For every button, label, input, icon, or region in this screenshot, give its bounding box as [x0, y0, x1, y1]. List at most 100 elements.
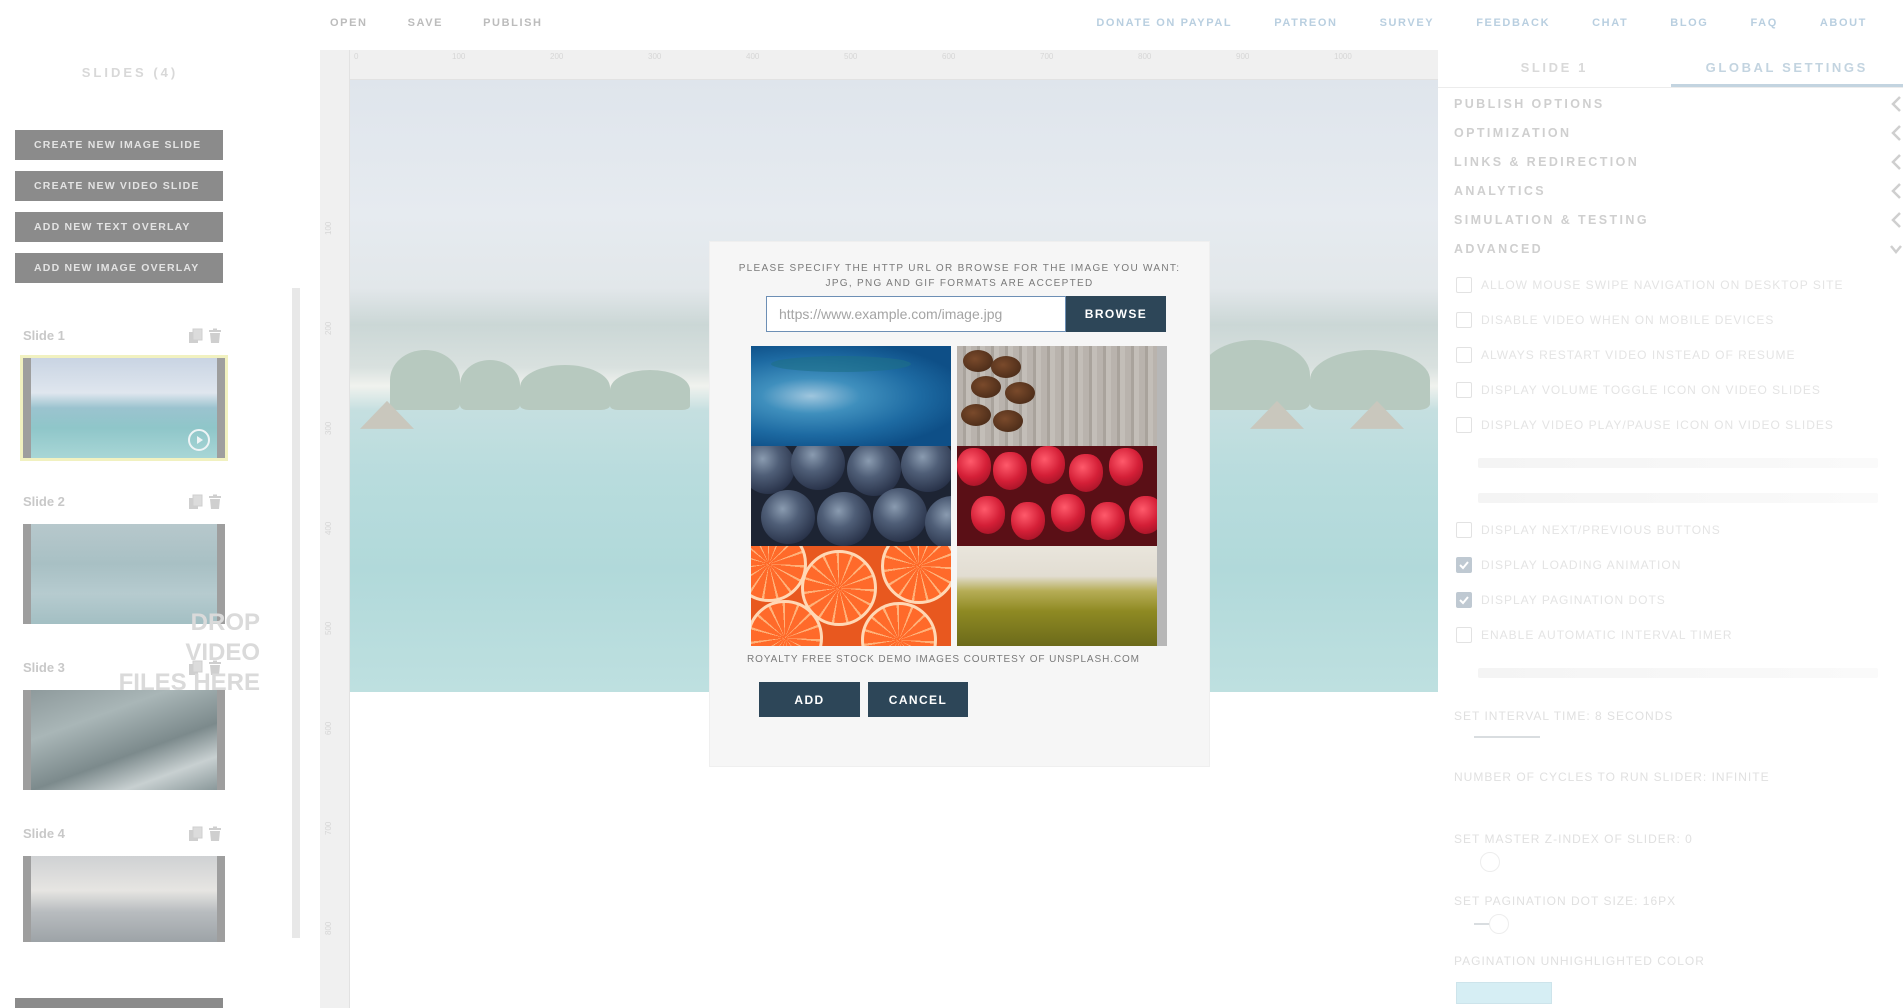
- bean-shape: [963, 350, 993, 372]
- gallery-image-blueberries[interactable]: [751, 446, 951, 546]
- checkbox[interactable]: [1456, 627, 1472, 643]
- donate-paypal-link[interactable]: DONATE ON PAYPAL: [1096, 17, 1232, 29]
- ruler-number: 100: [324, 221, 333, 235]
- berry-shape: [751, 446, 795, 494]
- about-link[interactable]: ABOUT: [1820, 17, 1867, 29]
- dot-size-slider-knob[interactable]: [1489, 914, 1509, 934]
- section-analytics[interactable]: ANALYTICS: [1454, 179, 1903, 203]
- open-link[interactable]: OPEN: [330, 17, 368, 29]
- instruction-line: JPG, PNG AND GIF FORMATS ARE ACCEPTED: [825, 278, 1094, 289]
- checkbox[interactable]: [1456, 312, 1472, 328]
- option-disable-video-mobile[interactable]: DISABLE VIDEO WHEN ON MOBILE DEVICES: [1456, 309, 1896, 331]
- gallery-image-oranges[interactable]: [751, 546, 951, 646]
- interval-slider[interactable]: [1474, 736, 1540, 738]
- add-button[interactable]: ADD: [759, 682, 860, 717]
- section-simulation-testing[interactable]: SIMULATION & TESTING: [1454, 208, 1903, 232]
- blog-link[interactable]: BLOG: [1670, 17, 1708, 29]
- z-index-slider-knob[interactable]: [1480, 852, 1500, 872]
- trash-icon[interactable]: [207, 826, 223, 842]
- option-loading-animation[interactable]: DISPLAY LOADING ANIMATION: [1456, 554, 1896, 576]
- option-pagination-dots[interactable]: DISPLAY PAGINATION DOTS: [1456, 589, 1896, 611]
- bean-shape: [991, 356, 1021, 378]
- create-image-slide-button[interactable]: CREATE NEW IMAGE SLIDE: [15, 130, 223, 160]
- add-text-overlay-button[interactable]: ADD NEW TEXT OVERLAY: [15, 212, 223, 242]
- save-link[interactable]: SAVE: [408, 17, 444, 29]
- cycles-label: NUMBER OF CYCLES TO RUN SLIDER: INFINITE: [1454, 770, 1770, 784]
- duplicate-icon[interactable]: [188, 328, 204, 344]
- create-video-slide-button[interactable]: CREATE NEW VIDEO SLIDE: [15, 171, 223, 201]
- feedback-link[interactable]: FEEDBACK: [1476, 17, 1550, 29]
- gallery-image-strawberries[interactable]: [957, 446, 1157, 546]
- section-optimization[interactable]: OPTIMIZATION: [1454, 121, 1903, 145]
- faq-link[interactable]: FAQ: [1750, 17, 1777, 29]
- image-url-input[interactable]: [766, 296, 1066, 332]
- slides-count-title: SLIDES (4): [81, 65, 179, 80]
- ruler-number: 200: [324, 321, 333, 335]
- patreon-link[interactable]: PATREON: [1274, 17, 1337, 29]
- gallery-image-coffee[interactable]: [957, 346, 1157, 446]
- ruler-number: 500: [324, 621, 333, 635]
- tab-slide-1[interactable]: SLIDE 1: [1438, 48, 1671, 87]
- checkbox[interactable]: [1456, 557, 1472, 573]
- berry-shape: [901, 446, 951, 492]
- image-url-dialog: PLEASE SPECIFY THE HTTP URL OR BROWSE FO…: [710, 242, 1209, 766]
- option-mouse-swipe[interactable]: ALLOW MOUSE SWIPE NAVIGATION ON DESKTOP …: [1456, 274, 1896, 296]
- tree-shape: [520, 365, 610, 411]
- gallery-scrollbar[interactable]: [1157, 346, 1167, 646]
- section-publish-options[interactable]: PUBLISH OPTIONS: [1454, 92, 1903, 116]
- berry-shape: [791, 446, 845, 490]
- duplicate-icon[interactable]: [188, 826, 204, 842]
- berry-shape: [925, 496, 951, 546]
- checkbox[interactable]: [1456, 417, 1472, 433]
- checkbox[interactable]: [1456, 522, 1472, 538]
- instruction-line: PLEASE SPECIFY THE HTTP URL OR BROWSE FO…: [738, 263, 1181, 274]
- gallery-image-wheat[interactable]: [957, 546, 1157, 646]
- file-menu: OPEN SAVE PUBLISH: [330, 17, 543, 29]
- slide-thumbnail[interactable]: [23, 856, 225, 942]
- option-volume-toggle[interactable]: DISPLAY VOLUME TOGGLE ICON ON VIDEO SLID…: [1456, 379, 1896, 401]
- checkbox[interactable]: [1456, 382, 1472, 398]
- checkbox[interactable]: [1456, 277, 1472, 293]
- option-next-prev-buttons[interactable]: DISPLAY NEXT/PREVIOUS BUTTONS: [1456, 519, 1896, 541]
- browse-button[interactable]: BROWSE: [1066, 296, 1166, 332]
- section-advanced[interactable]: ADVANCED: [1454, 237, 1903, 261]
- tree-shape: [460, 360, 520, 411]
- section-label: LINKS & REDIRECTION: [1454, 155, 1640, 169]
- chat-link[interactable]: CHAT: [1592, 17, 1628, 29]
- tree-shape: [610, 370, 690, 411]
- delete-all-slides-button[interactable]: DELETE ALL SLIDES: [15, 998, 223, 1008]
- dialog-instructions: PLEASE SPECIFY THE HTTP URL OR BROWSE FO…: [710, 261, 1209, 291]
- publish-link[interactable]: PUBLISH: [483, 17, 542, 29]
- option-restart-video[interactable]: ALWAYS RESTART VIDEO INSTEAD OF RESUME: [1456, 344, 1896, 366]
- section-label: OPTIMIZATION: [1454, 126, 1572, 140]
- stock-image-gallery: [751, 346, 1167, 646]
- strawberry-shape: [1129, 496, 1157, 534]
- slides-panel: SLIDES (4) CREATE NEW IMAGE SLIDE CREATE…: [0, 48, 320, 1008]
- trash-icon[interactable]: [207, 494, 223, 510]
- survey-link[interactable]: SURVEY: [1380, 17, 1435, 29]
- checkbox[interactable]: [1456, 347, 1472, 363]
- trash-icon[interactable]: [207, 328, 223, 344]
- tab-global-settings[interactable]: GLOBAL SETTINGS: [1670, 48, 1903, 87]
- section-links-redirection[interactable]: LINKS & REDIRECTION: [1454, 150, 1903, 174]
- slide-thumbnail[interactable]: [20, 355, 228, 461]
- community-menu: DONATE ON PAYPAL PATREON SURVEY FEEDBACK…: [1096, 17, 1867, 29]
- checkbox[interactable]: [1456, 592, 1472, 608]
- gallery-image-ocean[interactable]: [751, 346, 951, 446]
- settings-tabs: SLIDE 1 GLOBAL SETTINGS: [1438, 48, 1903, 88]
- tree-shape: [390, 350, 460, 411]
- slide-thumbnail[interactable]: [23, 690, 225, 790]
- add-image-overlay-button[interactable]: ADD NEW IMAGE OVERLAY: [15, 253, 223, 283]
- duplicate-icon[interactable]: [188, 494, 204, 510]
- gallery-scroll-thumb[interactable]: [1157, 346, 1167, 646]
- option-play-pause-icon[interactable]: DISPLAY VIDEO PLAY/PAUSE ICON ON VIDEO S…: [1456, 414, 1896, 436]
- checkmark-icon: [1459, 596, 1469, 605]
- option-label: DISPLAY VOLUME TOGGLE ICON ON VIDEO SLID…: [1481, 383, 1821, 397]
- ruler-number: 300: [324, 421, 333, 435]
- option-interval-timer[interactable]: ENABLE AUTOMATIC INTERVAL TIMER: [1456, 624, 1896, 646]
- bean-shape: [961, 404, 991, 426]
- strawberry-shape: [1011, 502, 1045, 540]
- color-swatch[interactable]: [1456, 982, 1552, 1004]
- slides-scrollbar[interactable]: [292, 288, 300, 938]
- cancel-button[interactable]: CANCEL: [868, 682, 968, 717]
